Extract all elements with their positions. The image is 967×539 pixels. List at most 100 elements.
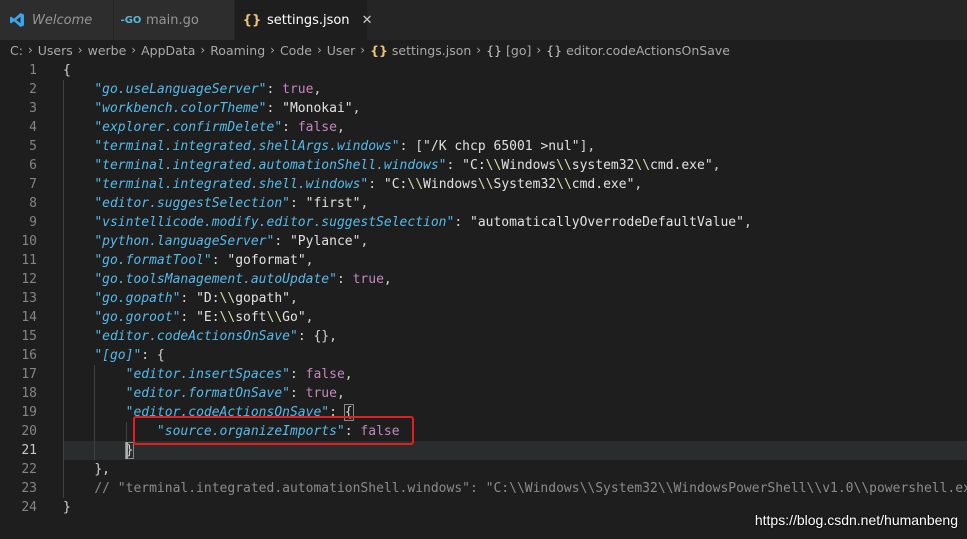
code-line[interactable]: 19 "editor.codeActionsOnSave": { [0,403,967,422]
line-number: 23 [21,480,37,496]
line-number: 17 [21,366,37,382]
code-line[interactable]: 23 // "terminal.integrated.automationShe… [0,479,967,498]
json-string: soft [235,309,267,325]
json-boolean: false [360,423,400,439]
punctuation: : [368,176,384,192]
punctuation: : [329,404,345,420]
json-string [63,82,94,97]
indent-guide [63,79,64,498]
code-line[interactable]: 10 "python.languageServer": "Pylance", [0,232,967,251]
code-line[interactable]: 6 "terminal.integrated.automationShell.w… [0,156,967,175]
chevron-right-icon: › [316,43,322,57]
line-number: 7 [29,176,37,192]
json-string: "first" [305,195,361,211]
json-key: "[go]" [94,347,142,363]
json-key: "go.toolsManagement.autoUpdate" [94,271,337,287]
vscode-icon [8,12,26,28]
json-key: "go.useLanguageServer" [94,81,267,97]
escape-sequence: \\ [219,309,236,325]
code-line[interactable]: 1{ [0,61,967,80]
tab-settings-json[interactable]: {} settings.json ✕ [235,0,372,40]
punctuation: : [289,195,306,211]
close-icon[interactable]: ✕ [362,13,373,28]
code-line[interactable]: 20 "source.organizeImports": false [0,422,967,441]
punctuation: ], [579,138,596,154]
json-string: System32 [493,176,557,192]
json-string [63,196,94,211]
line-code: "[go]": { [63,346,164,365]
json-string: "D: [196,290,220,306]
line-code: "go.goroot": "E:\\soft\\Go", [63,308,313,327]
code-line[interactable]: 4 "explorer.confirmDelete": false, [0,118,967,137]
json-key: "go.formatTool" [94,252,212,268]
json-string: system32 [571,157,635,173]
line-number: 5 [29,138,37,154]
json-key: "terminal.integrated.shell.windows" [94,176,369,192]
breadcrumb-segment[interactable]: Users [38,43,73,58]
json-string: "Pylance" [289,233,361,249]
breadcrumb-segment[interactable]: AppData [141,43,195,58]
json-string [63,215,94,230]
code-line[interactable]: 16 "[go]": { [0,346,967,365]
breadcrumb-symbol[interactable]: editor.codeActionsOnSave [566,43,730,58]
escape-sequence: \\ [219,290,236,306]
code-line[interactable]: 8 "editor.suggestSelection": "first", [0,194,967,213]
breadcrumb-segment[interactable]: Code [280,43,312,58]
code-line[interactable]: 9 "vsintellicode.modify.editor.suggestSe… [0,213,967,232]
tab-main-go[interactable]: -GO main.go [114,0,235,40]
line-code: { [63,61,71,80]
line-code: "terminal.integrated.shellArgs.windows":… [63,137,595,156]
code-line[interactable]: 2 "go.useLanguageServer": true, [0,80,967,99]
chevron-right-icon: › [27,43,33,57]
line-number: 8 [29,195,37,211]
punctuation: , [336,385,345,401]
json-string: Go" [282,309,306,325]
line-code: "vsintellicode.modify.editor.suggestSele… [63,213,752,232]
punctuation: , [336,119,345,135]
code-line[interactable]: 15 "editor.codeActionsOnSave": {}, [0,327,967,346]
code-line[interactable]: 3 "workbench.colorTheme": "Monokai", [0,99,967,118]
line-number: 14 [21,309,37,325]
punctuation: , [344,366,353,382]
code-line[interactable]: 5 "terminal.integrated.shellArgs.windows… [0,137,967,156]
code-line[interactable]: 22 }, [0,460,967,479]
code-line[interactable]: 17 "editor.insertSpaces": false, [0,365,967,384]
line-code: "editor.insertSpaces": false, [63,365,353,384]
escape-sequence: \\ [485,157,502,173]
punctuation: : {}, [297,328,337,344]
json-string: Windows [423,176,478,192]
punctuation: , [743,214,752,230]
code-line[interactable]: 11 "go.formatTool": "goformat", [0,251,967,270]
code-line[interactable]: 18 "editor.formatOnSave": true, [0,384,967,403]
breadcrumb-segment[interactable]: C: [10,43,23,58]
json-string: "automaticallyOverrodeDefaultValue" [470,214,744,230]
line-number: 2 [29,81,37,97]
json-string: "goformat" [227,252,306,268]
code-line[interactable]: 7 "terminal.integrated.shell.windows": "… [0,175,967,194]
breadcrumb-file[interactable]: settings.json [392,43,471,58]
line-number: 18 [21,385,37,401]
json-key: "vsintellicode.modify.editor.suggestSele… [94,214,455,230]
punctuation: , [360,195,369,211]
object-braces-icon: {} [546,42,563,58]
json-key: "workbench.colorTheme" [94,100,267,116]
tab-welcome[interactable]: Welcome [0,0,114,40]
chevron-right-icon: › [476,43,482,57]
json-string [63,120,94,135]
breadcrumb-segment[interactable]: werbe [88,43,127,58]
code-line[interactable]: 13 "go.gopath": "D:\\gopath", [0,289,967,308]
indent-guide [94,364,96,460]
breadcrumb-symbol[interactable]: [go] [506,43,531,58]
punctuation: }, [94,461,110,477]
breadcrumb-segment[interactable]: User [327,43,356,58]
chevron-right-icon: › [270,43,275,57]
escape-sequence: \\ [556,157,572,173]
code-line[interactable]: 21 } [0,440,967,460]
json-key: "python.languageServer" [94,233,275,249]
code-line[interactable]: 12 "go.toolsManagement.autoUpdate": true… [0,270,967,289]
code-line[interactable]: 14 "go.goroot": "E:\\soft\\Go", [0,308,967,327]
code-editor[interactable]: 1{2 "go.useLanguageServer": true, 3 "work… [0,60,967,539]
json-string [63,291,94,306]
json-boolean: true [352,271,384,287]
breadcrumb-segment[interactable]: Roaming [210,43,265,58]
